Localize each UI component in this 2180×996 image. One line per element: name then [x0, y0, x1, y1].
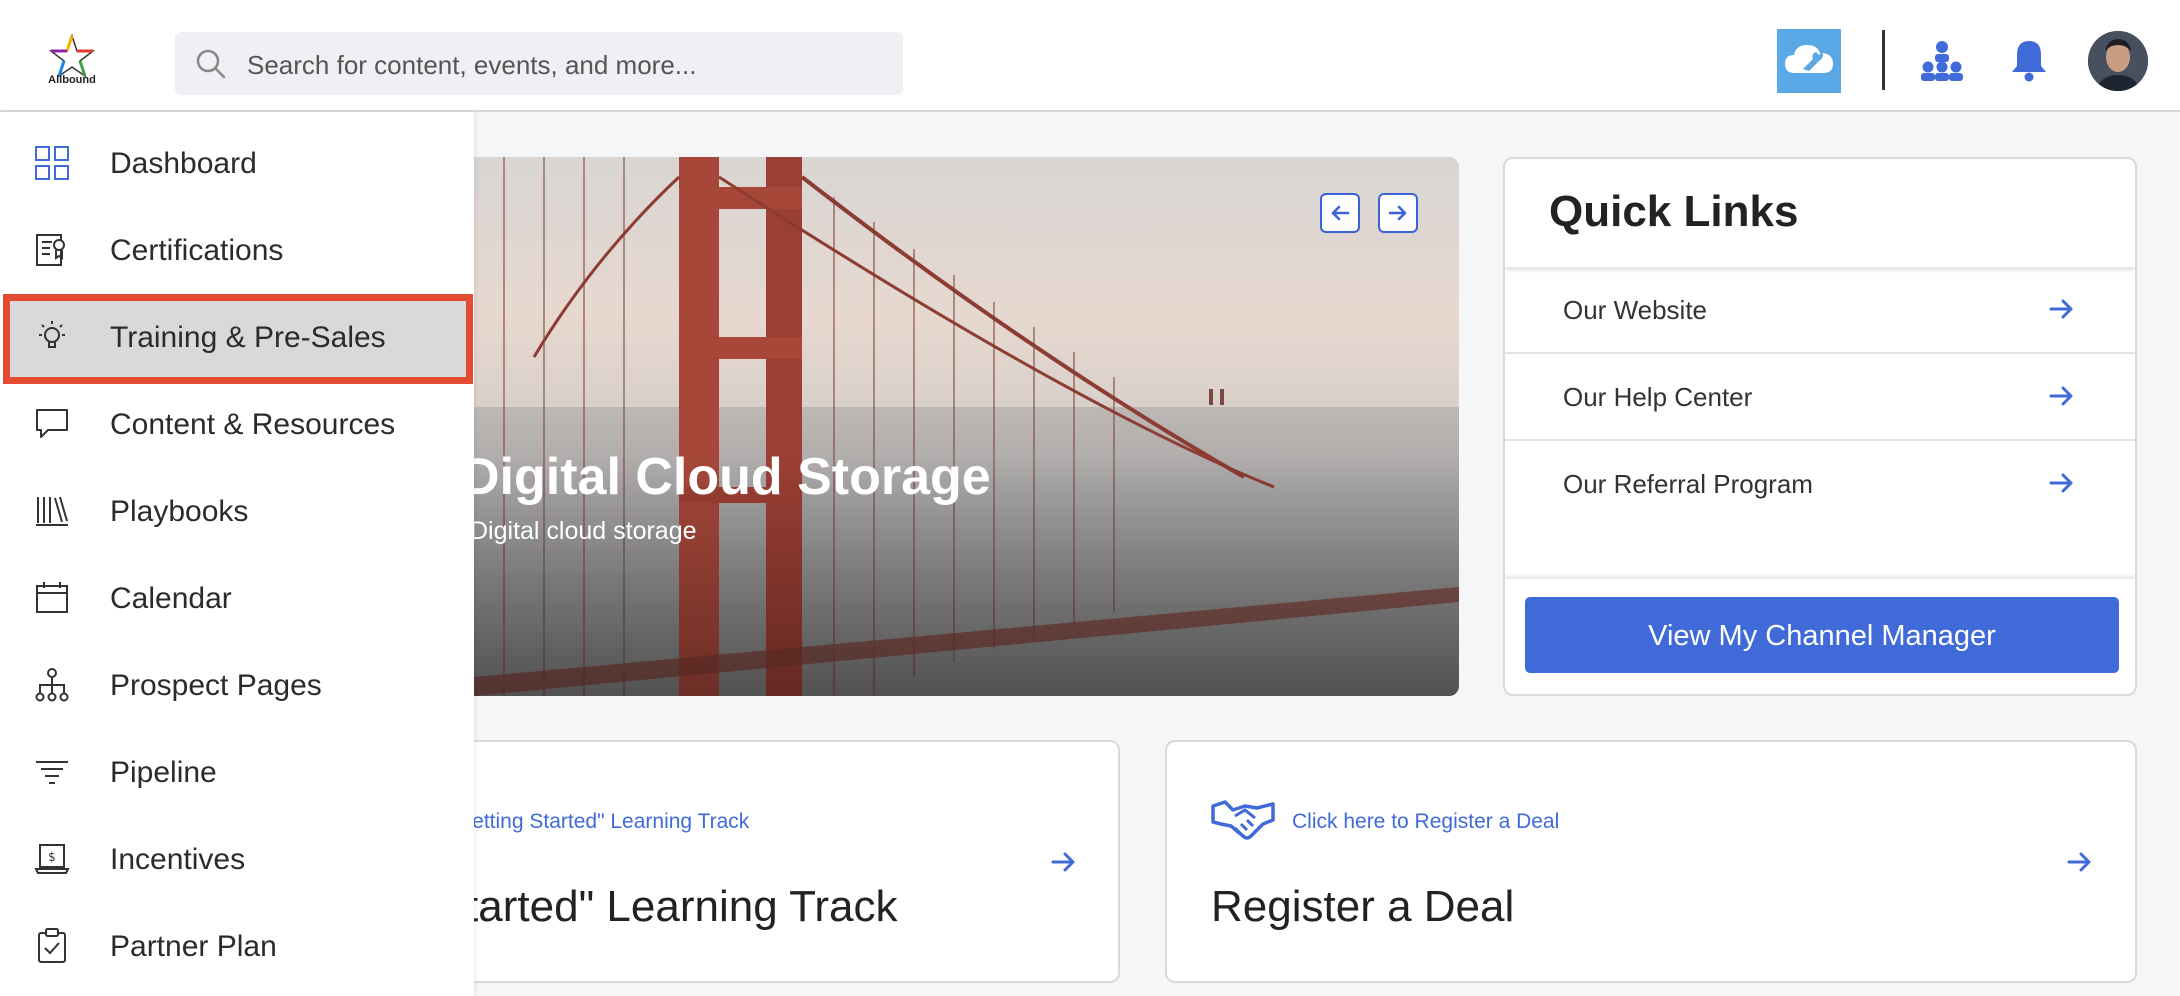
- sidebar-nav: Dashboard Certifications Training & Pre-…: [0, 112, 474, 996]
- sidebar-item-label: Partner Plan: [110, 930, 277, 963]
- sitemap-icon: [35, 668, 69, 702]
- quick-links-panel: Quick Links Our Website Our Help Center …: [1503, 157, 2137, 696]
- cloud-wrench-icon[interactable]: [1777, 29, 1841, 93]
- arrow-right-icon: [1051, 852, 1075, 872]
- view-channel-manager-button[interactable]: View My Channel Manager: [1525, 597, 2119, 673]
- search-placeholder: Search for content, events, and more...: [247, 50, 697, 80]
- bell-icon[interactable]: [2008, 38, 2050, 82]
- quick-link-referral[interactable]: Our Referral Program: [1505, 441, 2135, 528]
- arrow-right-icon: [2049, 473, 2073, 493]
- org-chart-icon[interactable]: [1920, 40, 1964, 82]
- register-deal-card[interactable]: Click here to Register a Deal Register a…: [1165, 740, 2137, 983]
- register-deal-link[interactable]: Click here to Register a Deal: [1292, 810, 1559, 834]
- quick-link-website[interactable]: Our Website: [1505, 267, 2135, 354]
- quick-link-help-center[interactable]: Our Help Center: [1505, 354, 2135, 441]
- bridge-image: [474, 157, 1459, 696]
- sidebar-item-label: Prospect Pages: [110, 669, 322, 702]
- quick-link-label: Our Referral Program: [1563, 469, 1813, 499]
- incentive-icon: $: [34, 844, 70, 874]
- carousel-prev-button[interactable]: [1320, 193, 1360, 233]
- user-avatar[interactable]: [2088, 31, 2148, 91]
- sidebar-item-label: Playbooks: [110, 495, 249, 528]
- certificate-icon: [36, 234, 65, 266]
- sidebar-item-label: Calendar: [110, 582, 232, 615]
- sidebar-item-training-pre-sales[interactable]: Training & Pre-Sales: [0, 294, 474, 384]
- hero-carousel[interactable]: Digital Cloud Storage Digital cloud stor…: [474, 157, 1459, 696]
- sidebar-item-label: Training & Pre-Sales: [110, 321, 386, 354]
- sidebar-item-label: Certifications: [110, 234, 284, 267]
- sidebar-item-content-resources[interactable]: Content & Resources: [0, 382, 474, 469]
- arrow-right-icon: [2067, 852, 2091, 872]
- arrow-right-icon: [1388, 205, 1407, 221]
- chat-bubble-icon: [36, 409, 68, 438]
- allbound-logo[interactable]: Allbound: [40, 33, 104, 90]
- sidebar-item-label: Incentives: [110, 843, 246, 876]
- sidebar-item-label: Dashboard: [110, 147, 257, 180]
- quick-links-title: Quick Links: [1549, 187, 1799, 236]
- quick-links-header: Quick Links: [1505, 159, 2135, 267]
- quick-link-label: Our Website: [1563, 295, 1708, 325]
- hero-title: Digital Cloud Storage: [474, 448, 991, 506]
- logo-text: Allbound: [48, 74, 96, 86]
- sidebar-item-pipeline[interactable]: Pipeline: [0, 730, 474, 817]
- sidebar-item-incentives[interactable]: $ Incentives: [0, 817, 474, 904]
- svg-text:$: $: [48, 850, 56, 864]
- handshake-icon: [1211, 800, 1275, 840]
- sidebar-item-playbooks[interactable]: Playbooks: [0, 469, 474, 556]
- books-icon: [36, 496, 68, 526]
- filter-icon: [36, 761, 68, 784]
- dashboard-grid-icon: [35, 146, 69, 180]
- sidebar-item-dashboard[interactable]: Dashboard: [0, 121, 474, 208]
- arrow-right-icon: [2049, 299, 2073, 319]
- sidebar-item-certifications[interactable]: Certifications: [0, 208, 474, 295]
- lightbulb-icon: [39, 321, 65, 348]
- calendar-icon: [36, 582, 68, 613]
- learning-track-card[interactable]: Take our "Getting Started" Learning Trac…: [385, 740, 1120, 983]
- search-input[interactable]: Search for content, events, and more...: [175, 32, 903, 95]
- top-bar: Allbound Search for content, events, and…: [0, 0, 2180, 112]
- header-divider: [1882, 30, 1885, 90]
- quick-links-footer: View My Channel Manager: [1505, 579, 2135, 694]
- sidebar-item-calendar[interactable]: Calendar: [0, 556, 474, 643]
- sidebar-item-label: Content & Resources: [110, 408, 396, 441]
- sidebar-item-label: Pipeline: [110, 756, 217, 789]
- arrow-left-icon: [1331, 205, 1350, 221]
- clipboard-check-icon: [38, 928, 66, 963]
- hero-subtitle: Digital cloud storage: [474, 517, 697, 545]
- carousel-next-button[interactable]: [1378, 193, 1418, 233]
- sidebar-item-prospect-pages[interactable]: Prospect Pages: [0, 643, 474, 730]
- quick-link-label: Our Help Center: [1563, 382, 1753, 412]
- sidebar-item-partner-plan[interactable]: Partner Plan: [0, 904, 474, 991]
- arrow-right-icon: [2049, 386, 2073, 406]
- search-icon: [196, 49, 226, 79]
- register-deal-title: Register a Deal: [1211, 882, 1515, 931]
